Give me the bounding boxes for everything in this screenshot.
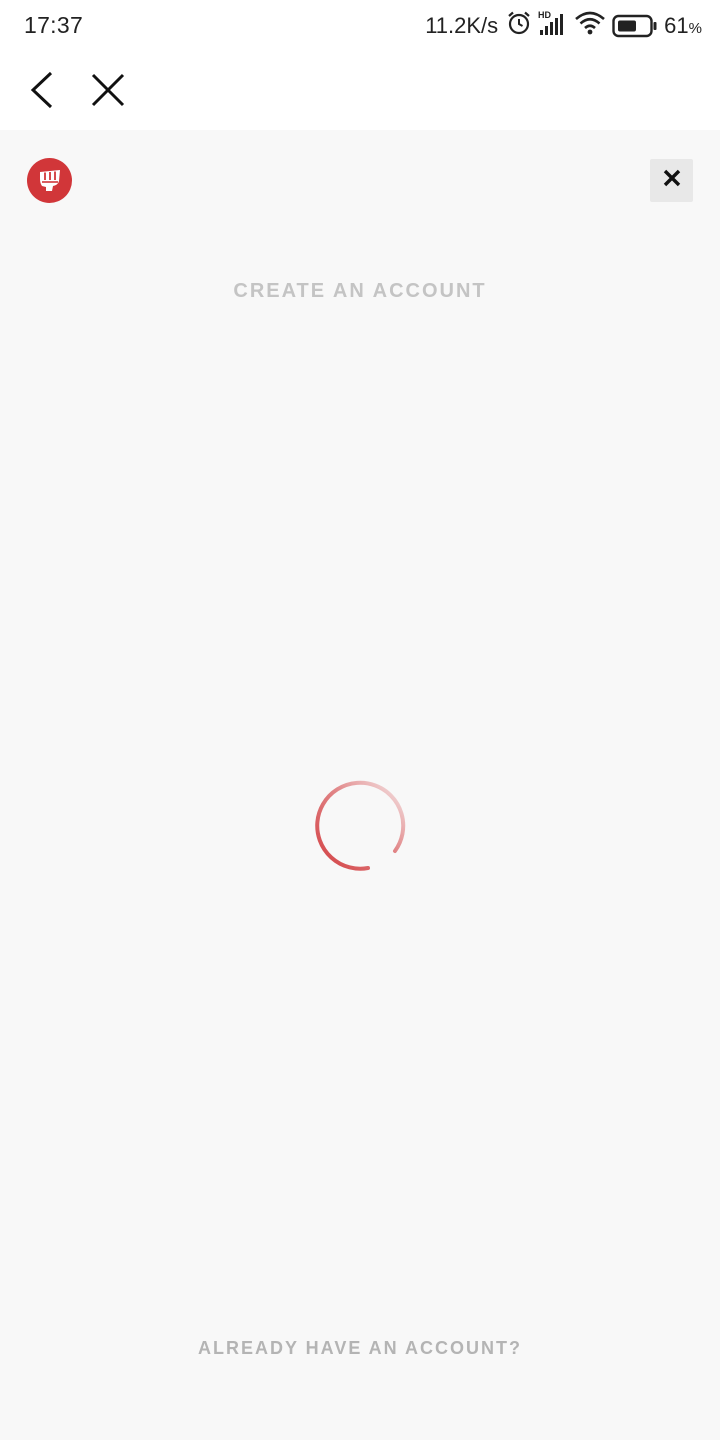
page-title: CREATE AN ACCOUNT bbox=[233, 280, 487, 302]
back-button[interactable] bbox=[22, 70, 62, 115]
close-page-button[interactable] bbox=[88, 72, 128, 112]
signup-dialog: CREATE AN ACCOUNT ALREADY HAVE AN ACCOUN… bbox=[0, 130, 720, 1440]
close-icon bbox=[88, 70, 128, 115]
network-speed: 11.2K/s bbox=[425, 13, 499, 38]
loading-spinner-icon bbox=[313, 779, 407, 873]
hd-signal-icon: HD bbox=[538, 9, 568, 43]
status-time: 17:37 bbox=[24, 12, 84, 38]
already-have-account-link[interactable]: ALREADY HAVE AN ACCOUNT? bbox=[0, 1338, 720, 1359]
battery-level: 61 bbox=[664, 13, 689, 38]
battery-unit: % bbox=[688, 20, 702, 37]
status-bar: 17:37 11.2K/s HD 61% bbox=[0, 0, 720, 52]
svg-text:HD: HD bbox=[538, 10, 551, 20]
back-arrow-icon bbox=[22, 70, 62, 115]
riot-fist-logo-icon bbox=[27, 158, 72, 203]
alarm-icon bbox=[506, 10, 532, 42]
status-icons: 11.2K/s HD 61% bbox=[425, 10, 702, 42]
battery-percentage: 61% bbox=[664, 13, 702, 39]
battery-icon bbox=[612, 14, 658, 38]
close-icon bbox=[662, 168, 682, 193]
dialog-close-button[interactable] bbox=[650, 159, 693, 202]
wifi-icon bbox=[574, 10, 606, 42]
nav-bar bbox=[0, 52, 720, 130]
